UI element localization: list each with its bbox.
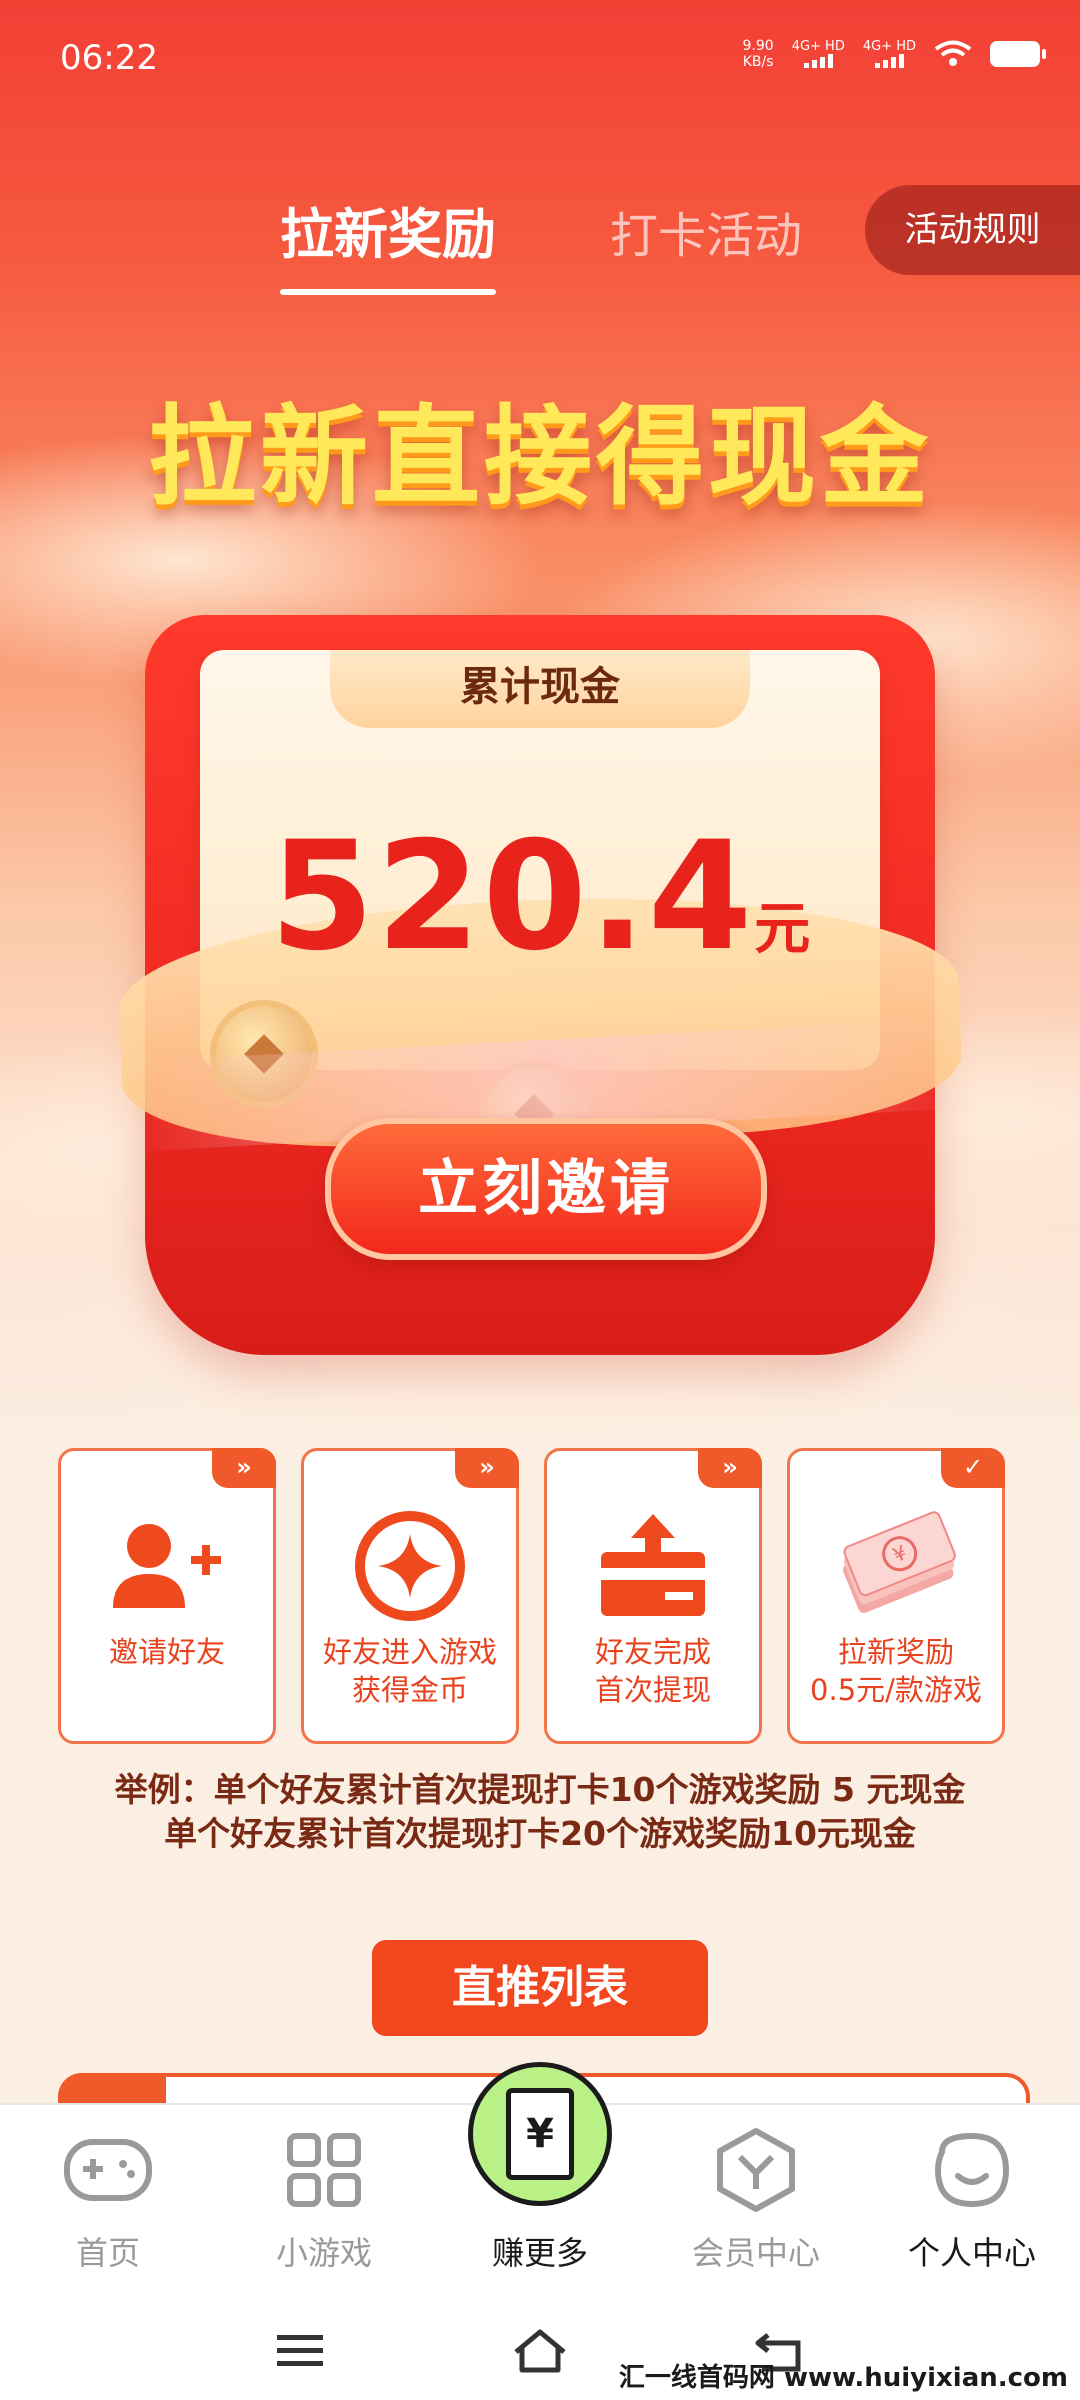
example-line: 单个好友累计首次提现打卡20个游戏奖励10元现金 (164, 1814, 916, 1853)
reward-example: 举例：单个好友累计首次提现打卡10个游戏奖励 5 元现金 单个好友累计首次提现打… (0, 1768, 1080, 1856)
step-card-withdraw: » 好友完成 首次提现 (544, 1448, 762, 1744)
signal-2-icon: 4G+ HD (863, 40, 916, 68)
coin-icon (304, 1501, 516, 1631)
check-badge: ✓ (941, 1448, 1005, 1488)
nav-label: 个人中心 (907, 2234, 1036, 2272)
smile-icon (864, 2120, 1080, 2220)
step-label: 好友完成 (594, 1635, 711, 1669)
step-card-invite: » 邀请好友 (58, 1448, 276, 1744)
nav-personal-center[interactable]: 个人中心 (864, 2120, 1080, 2274)
watermark: 汇一线首码网 www.huiyixian.com (618, 2363, 1068, 2393)
signal-1-icon: 4G+ HD (792, 40, 845, 68)
cash-amount-unit: 元 (754, 897, 811, 962)
withdraw-icon (547, 1501, 759, 1631)
gamepad-icon (0, 2120, 216, 2220)
nav-home[interactable]: 首页 (0, 2120, 216, 2274)
battery-icon (990, 41, 1046, 67)
nav-label: 赚更多 (491, 2234, 588, 2272)
nav-mini-games[interactable]: 小游戏 (216, 2120, 432, 2274)
cash-amount: 520.4元 (0, 810, 1080, 984)
example-line: 举例：单个好友累计首次提现打卡10个游戏奖励 5 元现金 (114, 1770, 966, 1809)
step-card-friend-play: » 好友进入游戏 获得金币 (301, 1448, 519, 1744)
step-label: 邀请好友 (108, 1635, 225, 1669)
step-label: 好友进入游戏 (322, 1635, 497, 1669)
arrow-badge: » (455, 1448, 519, 1488)
nav-member-center[interactable]: 会员中心 (648, 2120, 864, 2274)
activity-rules-button[interactable]: 活动规则 (865, 185, 1080, 275)
arrow-badge: » (698, 1448, 762, 1488)
step-label: 0.5元/款游戏 (810, 1673, 982, 1707)
step-label: 拉新奖励 (837, 1635, 954, 1669)
nav-earn-more[interactable]: 赚更多 (432, 2120, 648, 2274)
nav-label: 小游戏 (275, 2234, 372, 2272)
direct-list-button[interactable]: 直推列表 (372, 1940, 708, 2036)
step-label: 首次提现 (594, 1673, 711, 1707)
tab-invite-reward[interactable]: 拉新奖励 (280, 190, 496, 295)
cash-card-title: 累计现金 (330, 650, 750, 728)
member-icon (648, 2120, 864, 2220)
tab-checkin-activity[interactable]: 打卡活动 (610, 196, 802, 266)
add-user-icon (61, 1501, 273, 1631)
nav-label: 会员中心 (691, 2234, 820, 2272)
status-time: 06:22 (60, 38, 158, 78)
nav-label: 首页 (75, 2234, 140, 2272)
network-speed: 9.90 KB/s (742, 38, 774, 70)
cash-bundle-icon: ¥ (790, 1501, 1002, 1631)
wifi-icon (934, 40, 972, 66)
menu-icon[interactable] (265, 2316, 335, 2386)
step-label: 获得金币 (351, 1673, 468, 1707)
invite-now-button[interactable]: 立刻邀请 (325, 1118, 767, 1260)
headline: 拉新直接得现金 (147, 395, 932, 520)
cash-amount-value: 520.4 (269, 810, 755, 984)
steps-row: » 邀请好友 » 好友进入游戏 获得金币 » 好友完成 首次提现 ✓ ¥ 拉新奖… (58, 1448, 1005, 1744)
status-icons: 9.90 KB/s 4G+ HD 4G+ HD (742, 38, 1046, 70)
arrow-badge: » (212, 1448, 276, 1488)
grid-icon (216, 2120, 432, 2220)
step-card-reward: ✓ ¥ 拉新奖励 0.5元/款游戏 (787, 1448, 1005, 1744)
home-icon[interactable] (505, 2316, 575, 2386)
